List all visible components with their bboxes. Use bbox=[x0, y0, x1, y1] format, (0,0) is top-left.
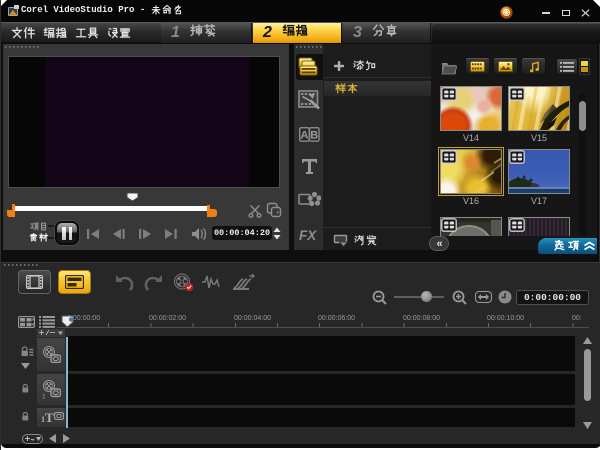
svg-text:1: 1 bbox=[42, 394, 46, 400]
svg-text:A: A bbox=[301, 130, 309, 142]
svg-text:B: B bbox=[310, 130, 318, 142]
